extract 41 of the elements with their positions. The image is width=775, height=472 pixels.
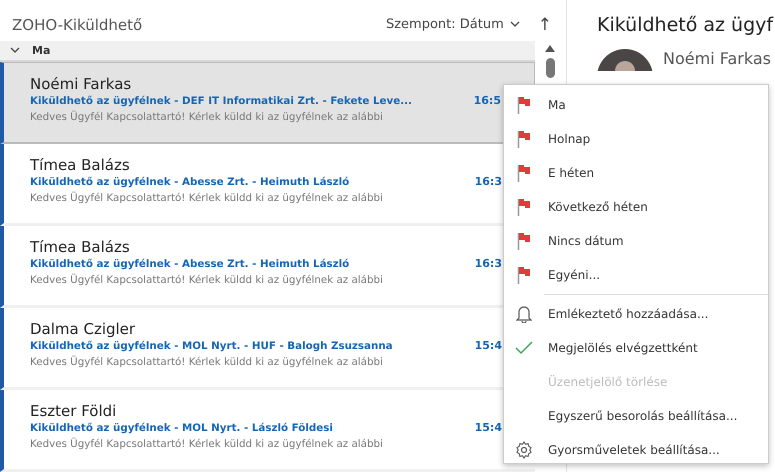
message-subject: Kiküldhető az ügyfélnek - Abesse Zrt. - Heimuth László: [30, 175, 350, 190]
sender-name: Dalma Czigler: [30, 319, 136, 339]
message-time: 16:3: [474, 175, 502, 190]
message-preview: Kedves Ügyfél Kapcsolattartó! Kérlek küldd ki az ügyfélnek az alábbi: [30, 272, 383, 288]
sender-name: Tímea Balázs: [30, 155, 130, 175]
scrollbar-thumb[interactable]: [546, 58, 554, 78]
message-time: 15:4: [474, 421, 502, 436]
flag-icon: [517, 232, 531, 250]
message-time: 16:5: [474, 94, 501, 109]
sender-name: Noémi Farkas: [663, 49, 771, 68]
message-time: 15:4: [474, 339, 502, 354]
message-title: Kiküldhető az ügyf: [597, 14, 774, 36]
message-subject: Kiküldhető az ügyfélnek - Abesse Zrt. - Heimuth László: [30, 257, 350, 272]
sender-name: Tímea Balázs: [30, 237, 130, 257]
message-preview: Kedves Ügyfél Kapcsolattartó! Kérlek küldd ki az ügyfélnek az alábbi: [30, 436, 383, 452]
message-preview: Kedves Ügyfél Kapcsolattartó! Kérlek küldd ki az ügyfélnek az alábbi: [30, 190, 383, 206]
bell-icon: [516, 305, 532, 323]
message-item[interactable]: Noémi Farkas Kiküldhető az ügyfélnek - DEF IT Informatikai Zrt. - Fekete Leve... 16:5 Kedves Ügyfél Kapcsolattartó! Kérlek küldd ki az ügyfélnek az alábbi: [0, 62, 535, 144]
group-label: Ma: [32, 44, 50, 57]
sender-name: Eszter Földi: [30, 401, 116, 421]
chevron-icon: [10, 47, 20, 54]
message-subject: Kiküldhető az ügyfélnek - MOL Nyrt. - HUF - Balogh Zsuzsanna: [30, 339, 393, 354]
group-header[interactable]: Ma: [0, 41, 535, 62]
message-subject: Kiküldhető az ügyfélnek - MOL Nyrt. - László Földesi: [30, 421, 333, 436]
flag-icon: [517, 198, 531, 216]
message-preview: Kedves Ügyfél Kapcsolattartó! Kérlek küldd ki az ügyfélnek az alábbi: [30, 354, 383, 370]
sort-direction-button[interactable]: ↑: [534, 14, 556, 34]
message-subject: Kiküldhető az ügyfélnek - DEF IT Informatikai Zrt. - Fekete Leve...: [30, 94, 412, 109]
folder-title: ZOHO-Kiküldhető: [12, 16, 144, 34]
settings-icon: [515, 441, 533, 459]
flag-icon: [517, 130, 531, 148]
message-time: 16:3: [474, 257, 502, 272]
sort-dropdown[interactable]: Szempont: Dátum: [386, 17, 520, 32]
chevron-icon: [510, 21, 520, 28]
scroll-up-icon[interactable]: [545, 45, 555, 52]
flag-icon: [517, 96, 531, 114]
sender-name: Noémi Farkas: [30, 74, 132, 94]
check-icon: [515, 341, 533, 355]
flag-icon: [517, 266, 531, 284]
flag-icon: [517, 164, 531, 182]
message-preview: Kedves Ügyfél Kapcsolattartó! Kérlek küldd ki az ügyfélnek az alábbi: [30, 110, 383, 125]
